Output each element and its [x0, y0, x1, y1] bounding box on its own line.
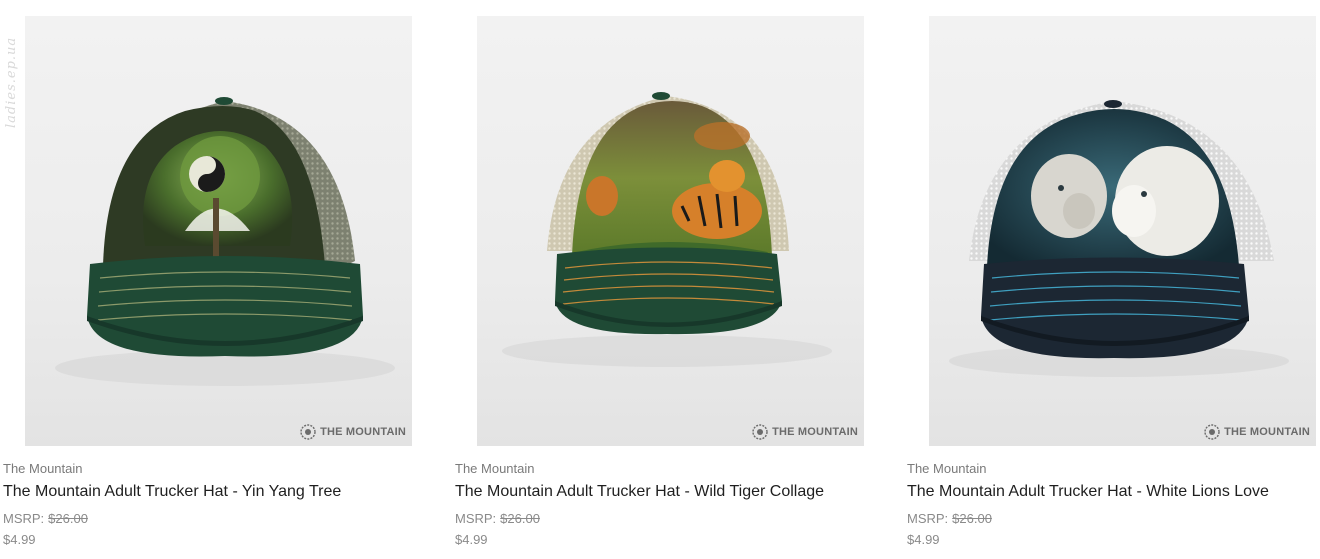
- mountain-logo-icon: [300, 424, 316, 440]
- mountain-logo-icon: [752, 424, 768, 440]
- brand-logo: THE MOUNTAIN: [1204, 424, 1310, 440]
- product-vendor: The Mountain: [3, 461, 83, 476]
- brand-logo: THE MOUNTAIN: [752, 424, 858, 440]
- product-card[interactable]: THE MOUNTAIN The Mountain The Mountain A…: [3, 0, 412, 559]
- brand-logo: THE MOUNTAIN: [300, 424, 406, 440]
- product-price: $4.99: [907, 532, 940, 547]
- product-image[interactable]: THE MOUNTAIN: [477, 16, 864, 446]
- product-card[interactable]: THE MOUNTAIN The Mountain The Mountain A…: [455, 0, 864, 559]
- msrp-price: $26.00: [48, 511, 88, 526]
- product-msrp: MSRP: $26.00: [455, 511, 540, 526]
- hat-yin-yang-tree-image: [55, 97, 395, 386]
- product-vendor: The Mountain: [907, 461, 987, 476]
- msrp-label: MSRP:: [907, 511, 949, 526]
- msrp-label: MSRP:: [3, 511, 45, 526]
- product-vendor: The Mountain: [455, 461, 535, 476]
- brand-logo-text: THE MOUNTAIN: [320, 426, 406, 438]
- product-msrp: MSRP: $26.00: [907, 511, 992, 526]
- hat-wild-tiger-collage-image: [502, 92, 832, 367]
- product-price: $4.99: [3, 532, 36, 547]
- product-title-link[interactable]: The Mountain Adult Trucker Hat - Wild Ti…: [455, 483, 824, 501]
- brand-logo-text: THE MOUNTAIN: [772, 426, 858, 438]
- product-price: $4.99: [455, 532, 488, 547]
- mountain-logo-icon: [1204, 424, 1220, 440]
- msrp-price: $26.00: [952, 511, 992, 526]
- msrp-label: MSRP:: [455, 511, 497, 526]
- product-card[interactable]: THE MOUNTAIN The Mountain The Mountain A…: [907, 0, 1316, 559]
- hat-white-lions-love-image: [949, 100, 1289, 377]
- product-title-link[interactable]: The Mountain Adult Trucker Hat - Yin Yan…: [3, 483, 341, 501]
- brand-logo-text: THE MOUNTAIN: [1224, 426, 1310, 438]
- product-title-link[interactable]: The Mountain Adult Trucker Hat - White L…: [907, 483, 1269, 501]
- msrp-price: $26.00: [500, 511, 540, 526]
- product-image[interactable]: THE MOUNTAIN: [929, 16, 1316, 446]
- product-msrp: MSRP: $26.00: [3, 511, 88, 526]
- product-image[interactable]: THE MOUNTAIN: [25, 16, 412, 446]
